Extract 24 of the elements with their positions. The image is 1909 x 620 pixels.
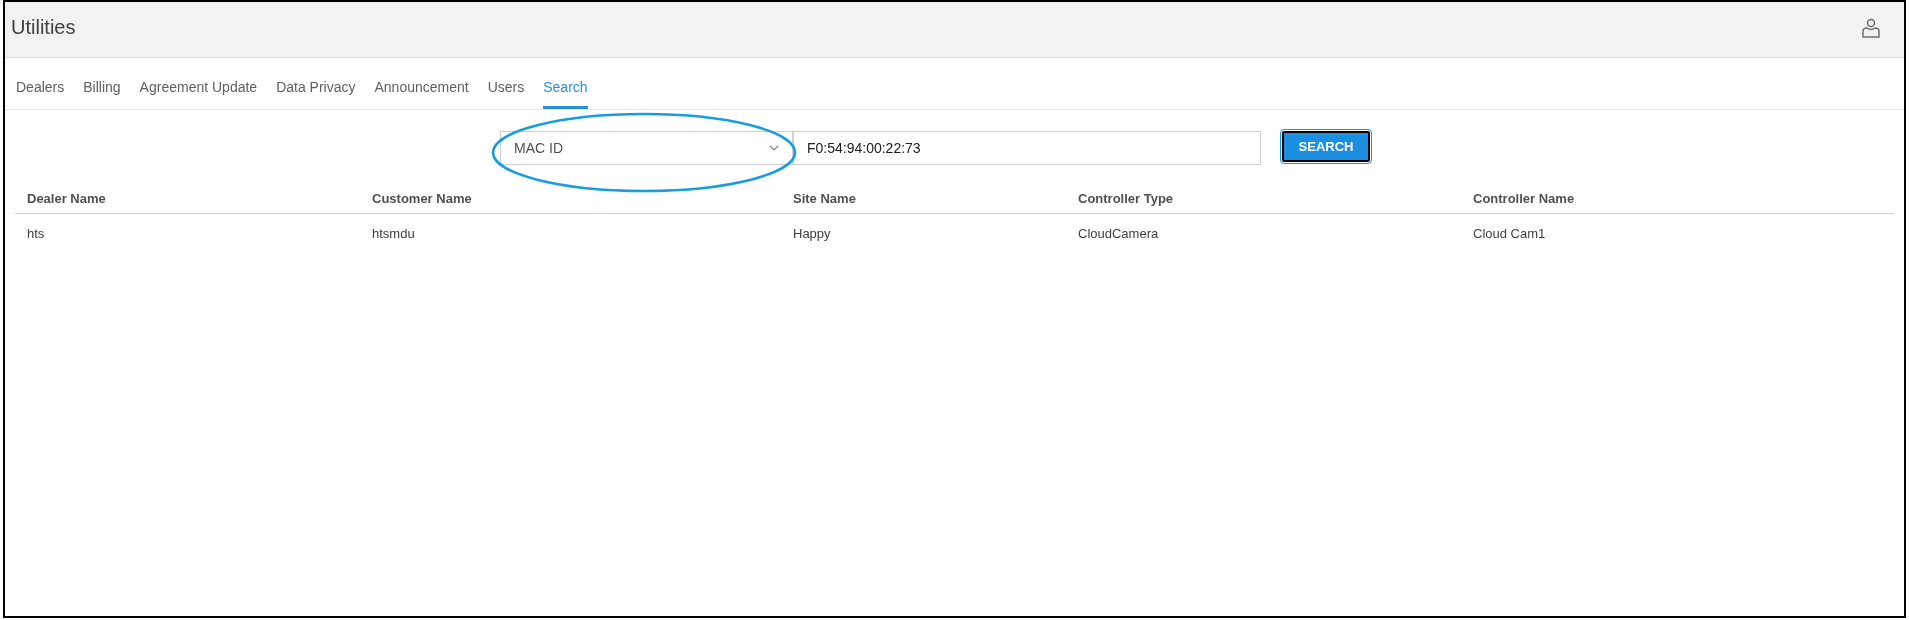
column-header: Customer Name	[371, 189, 473, 208]
search-button[interactable]: SEARCH	[1282, 131, 1370, 162]
tab[interactable]: Announcement	[374, 77, 469, 109]
select-value: MAC ID	[514, 138, 563, 158]
tab[interactable]: Users	[487, 77, 525, 109]
tab[interactable]: Search	[543, 77, 588, 109]
table-cell-text: htsmdu	[371, 225, 416, 244]
tab[interactable]: Billing	[83, 77, 121, 109]
table-cell-text: CloudCamera	[1077, 225, 1160, 244]
tab[interactable]: Data Privacy	[276, 77, 356, 109]
tab[interactable]: Agreement Update	[139, 77, 258, 109]
page-title: Utilities	[11, 15, 76, 40]
search-type-select[interactable]: MAC ID	[500, 131, 793, 165]
column-header: Dealer Name	[26, 189, 107, 208]
search-input[interactable]: F0:54:94:00:22:73	[793, 131, 1261, 165]
chevron-down-icon	[769, 145, 779, 151]
tab[interactable]: Dealers	[16, 77, 65, 109]
table-cell-text: Cloud Cam1	[1472, 225, 1547, 244]
table-cell-text: hts	[26, 225, 46, 244]
column-header: Controller Name	[1472, 189, 1576, 208]
column-header: Controller Type	[1077, 189, 1175, 208]
user-icon[interactable]	[1862, 18, 1880, 38]
table-cell-text: Happy	[792, 225, 832, 244]
column-header: Site Name	[792, 189, 857, 208]
